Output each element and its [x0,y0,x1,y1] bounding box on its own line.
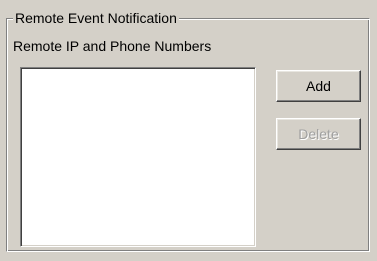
delete-button[interactable]: Delete [276,118,361,150]
remote-numbers-label: Remote IP and Phone Numbers [13,38,212,54]
add-button[interactable]: Add [276,70,361,102]
group-title: Remote Event Notification [13,9,179,27]
remote-numbers-listbox[interactable] [20,67,256,247]
